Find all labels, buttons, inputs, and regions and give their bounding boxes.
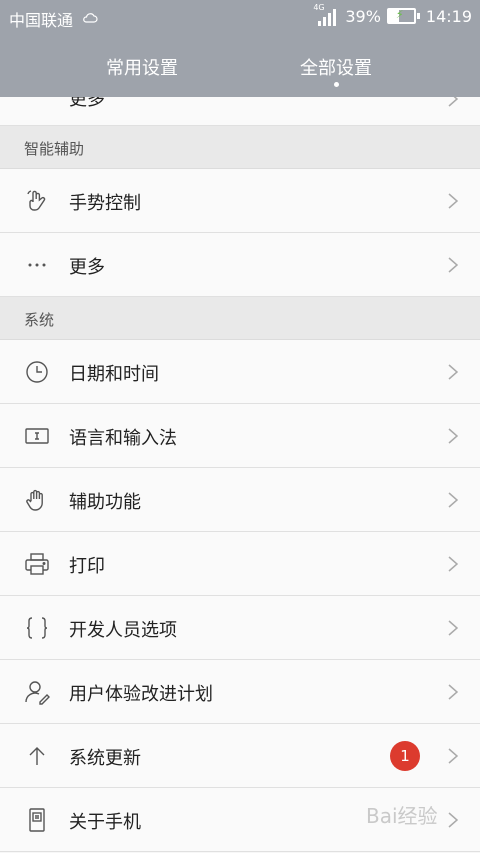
chevron-right-icon — [446, 812, 460, 828]
active-tab-indicator — [334, 82, 339, 87]
clock-icon — [24, 359, 50, 385]
update-badge: 1 — [390, 741, 420, 771]
settings-item-more[interactable]: 更多 — [0, 233, 480, 297]
printer-icon — [24, 551, 50, 577]
cloud-icon — [82, 9, 98, 28]
list-item-label: 辅助功能 — [69, 492, 141, 513]
chevron-right-icon — [446, 492, 460, 508]
tab-common-settings[interactable]: 常用设置 — [106, 54, 178, 80]
section-title: 系统 — [24, 311, 55, 329]
settings-item-language-input[interactable]: 语言和输入法 — [0, 404, 480, 468]
hand-icon — [24, 487, 50, 513]
settings-item-gesture-control[interactable]: 手势控制 — [0, 169, 480, 233]
phone-icon — [24, 807, 50, 833]
tab-bar: 常用设置 全部设置 — [0, 44, 480, 97]
chevron-right-icon — [446, 748, 460, 764]
status-bar: 中国联通 4G 39% ⚡ 14:19 — [0, 0, 480, 34]
chevron-right-icon — [446, 620, 460, 636]
list-item-label: 打印 — [69, 556, 105, 577]
settings-item-accessibility[interactable]: 辅助功能 — [0, 468, 480, 532]
settings-item-user-experience[interactable]: 用户体验改进计划 — [0, 660, 480, 724]
section-title: 智能辅助 — [24, 140, 85, 158]
section-header: 系统 — [0, 297, 480, 340]
clock-time: 14:19 — [425, 6, 472, 26]
chevron-right-icon — [446, 684, 460, 700]
chevron-right-icon — [446, 428, 460, 444]
settings-item-system-update[interactable]: 系统更新 1 — [0, 724, 480, 788]
signal-icon: 4G — [313, 3, 339, 26]
settings-item-print[interactable]: 打印 — [0, 532, 480, 596]
chevron-right-icon — [446, 556, 460, 572]
list-item-label: 系统更新 — [69, 748, 141, 769]
carrier-name: 中国联通 — [9, 11, 74, 30]
list-item-label: 关于手机 — [69, 812, 141, 833]
list-item[interactable]: 更多 — [0, 97, 480, 126]
arrow-up-icon — [24, 743, 50, 769]
settings-item-developer-options[interactable]: 开发人员选项 — [0, 596, 480, 660]
settings-item-date-time[interactable]: 日期和时间 — [0, 340, 480, 404]
more-dots-icon — [24, 252, 50, 278]
watermark: Bai经验 — [366, 804, 438, 828]
list-item-label: 语言和输入法 — [69, 428, 177, 449]
header: 中国联通 4G 39% ⚡ 14:19 常用设置 全部设置 — [0, 0, 480, 97]
list-item-label: 手势控制 — [69, 193, 141, 214]
list-item-label: 更多 — [69, 97, 105, 110]
list-item-label: 开发人员选项 — [69, 620, 177, 641]
braces-icon — [24, 615, 50, 641]
keyboard-icon — [24, 423, 50, 449]
chevron-right-icon — [446, 97, 460, 107]
chevron-right-icon — [446, 364, 460, 380]
user-edit-icon — [24, 679, 50, 705]
list-item-label: 更多 — [69, 257, 105, 278]
battery-percent: 39% — [345, 6, 381, 26]
chevron-right-icon — [446, 257, 460, 273]
battery-icon: ⚡ — [386, 8, 420, 24]
settings-list: 更多 智能辅助 手势控制 更多 系统 日期和时间 语言和输入法 辅助功能 打印 … — [0, 97, 480, 852]
list-item-label: 用户体验改进计划 — [69, 684, 213, 705]
section-header: 智能辅助 — [0, 126, 480, 169]
gesture-hand-icon — [24, 188, 50, 214]
tab-all-settings[interactable]: 全部设置 — [300, 54, 372, 80]
chevron-right-icon — [446, 193, 460, 209]
list-item-label: 日期和时间 — [69, 364, 159, 385]
